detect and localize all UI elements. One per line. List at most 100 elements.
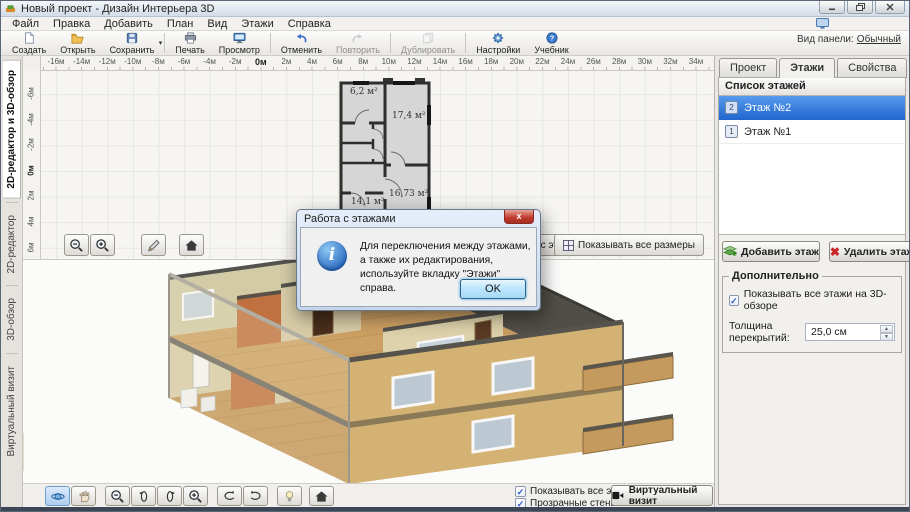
toolbar-separator bbox=[164, 33, 166, 53]
tilt-left-button[interactable] bbox=[131, 486, 156, 506]
tab-virtual-visit[interactable]: Виртуальный визит bbox=[3, 357, 20, 466]
tab-separator bbox=[5, 201, 18, 203]
floor-1-icon: 1 bbox=[725, 125, 738, 138]
minimize-button[interactable] bbox=[819, 1, 845, 14]
menu-help[interactable]: Справка bbox=[281, 18, 338, 30]
dialog-titlebar[interactable]: Работа с этажами bbox=[300, 210, 537, 227]
thickness-spinner[interactable]: 25,0 см ▲ ▼ bbox=[805, 323, 895, 341]
thickness-label: Толщина перекрытий: bbox=[729, 320, 790, 344]
spin-down-icon[interactable]: ▼ bbox=[880, 333, 893, 341]
ruler-tick-label: 30м bbox=[637, 57, 652, 66]
video-camera-icon bbox=[612, 491, 624, 500]
2d-zoom-out-button[interactable] bbox=[64, 234, 89, 256]
print-button[interactable]: Печать bbox=[168, 31, 211, 55]
pan-hand-button[interactable] bbox=[71, 486, 96, 506]
virtual-visit-button[interactable]: Виртуальный визит bbox=[611, 485, 713, 507]
ruler-tick-label: 0м bbox=[26, 165, 36, 176]
view-panel-selector[interactable]: Вид панели: Обычный bbox=[797, 34, 901, 45]
toolbar-separator bbox=[465, 33, 467, 53]
tab-3d-view[interactable]: 3D-обзор bbox=[3, 289, 20, 350]
floors-panel: Список этажей 2 Этаж №2 1 Этаж №1 Добави… bbox=[718, 77, 909, 505]
fullscreen-monitor-icon[interactable] bbox=[816, 18, 829, 29]
add-floor-button[interactable]: Добавить этаж bbox=[722, 241, 820, 262]
redo-arrow-icon bbox=[353, 33, 363, 43]
ruler-tick-label: -2м bbox=[228, 57, 242, 66]
3d-zoom-out-button[interactable] bbox=[105, 486, 130, 506]
save-project-button[interactable]: Сохранить ▾ bbox=[103, 31, 162, 55]
ruler-corner bbox=[23, 56, 41, 71]
redo-button[interactable]: Повторить bbox=[329, 31, 387, 55]
new-project-button[interactable]: Создать bbox=[5, 31, 53, 55]
close-button[interactable] bbox=[875, 1, 905, 14]
duplicate-button[interactable]: Дублировать bbox=[394, 31, 462, 55]
ruler-tick-label: 14м bbox=[432, 57, 448, 66]
delete-floor-button[interactable]: ✖ Удалить этаж bbox=[828, 241, 909, 262]
save-dropdown-caret[interactable]: ▾ bbox=[159, 39, 163, 47]
rotate-cw-button[interactable] bbox=[243, 486, 268, 506]
ruler-tick-label: -6м bbox=[177, 57, 191, 66]
2d-zoom-in-button[interactable] bbox=[90, 234, 115, 256]
open-project-button[interactable]: Открыть bbox=[53, 31, 102, 55]
spin-up-icon[interactable]: ▲ bbox=[880, 325, 893, 333]
checkbox-checked-icon[interactable]: ✓ bbox=[729, 294, 739, 306]
preview-button[interactable]: Просмотр bbox=[212, 31, 267, 55]
right-panel: Проект Этажи Свойства Список этажей 2 Эт… bbox=[714, 56, 909, 511]
tilt-right-button[interactable] bbox=[157, 486, 182, 506]
tab-2d-editor[interactable]: 2D-редактор bbox=[3, 206, 20, 283]
ruler-tick-label: -14м bbox=[73, 57, 91, 66]
menu-edit[interactable]: Правка bbox=[46, 18, 97, 30]
tab-project[interactable]: Проект bbox=[719, 58, 778, 78]
show-all-floors-3d-checkbox[interactable]: ✓ Показывать все этажи на 3D-обзоре bbox=[729, 288, 895, 312]
measure-pencil-button[interactable] bbox=[141, 234, 166, 256]
checkbox-checked-icon[interactable]: ✓ bbox=[515, 486, 526, 497]
ruler-tick-label: 4м bbox=[307, 57, 317, 66]
show-all-sizes-button[interactable]: Показывать все размеры bbox=[554, 234, 704, 256]
tab-floors[interactable]: Этажи bbox=[779, 58, 836, 78]
orbit-button[interactable] bbox=[45, 486, 70, 506]
tab-properties[interactable]: Свойства bbox=[837, 58, 908, 78]
delete-x-icon: ✖ bbox=[829, 244, 840, 259]
menu-view[interactable]: Вид bbox=[200, 18, 234, 30]
dialog-ok-button[interactable]: OK bbox=[460, 279, 526, 299]
ruler-tick-label: -12м bbox=[98, 57, 116, 66]
menu-floors[interactable]: Этажи bbox=[234, 18, 280, 30]
restore-button[interactable] bbox=[847, 1, 873, 14]
window-title: Новый проект - Дизайн Интерьера 3D bbox=[21, 2, 215, 15]
monitor-icon bbox=[233, 32, 246, 44]
floor-list-item[interactable]: 1 Этаж №1 bbox=[719, 120, 905, 144]
floor-list-item[interactable]: 2 Этаж №2 bbox=[719, 96, 905, 120]
light-button[interactable] bbox=[277, 486, 302, 506]
undo-arrow-icon bbox=[296, 33, 307, 43]
ruler-tick-label: -4м bbox=[203, 57, 216, 66]
toolbar-separator bbox=[389, 33, 391, 53]
menu-plan[interactable]: План bbox=[160, 18, 201, 30]
titlebar: Новый проект - Дизайн Интерьера 3D bbox=[1, 1, 909, 17]
tab-2d-and-3d[interactable]: 2D-редактор и 3D-обзор bbox=[2, 60, 21, 199]
3d-zoom-in-button[interactable] bbox=[183, 486, 208, 506]
tab-separator bbox=[5, 285, 18, 287]
undo-button[interactable]: Отменить bbox=[274, 31, 329, 55]
rotate-ccw-button[interactable] bbox=[217, 486, 242, 506]
floors-dialog: Работа с этажами x i Для переключения ме… bbox=[296, 209, 541, 311]
open-folder-icon bbox=[71, 33, 85, 44]
main-toolbar: Создать Открыть Сохранить ▾ Печать Просм… bbox=[1, 31, 909, 56]
ruler-tick-label: -4м bbox=[26, 112, 36, 126]
ruler-tick-label: 24м bbox=[560, 57, 576, 66]
3d-home-button[interactable] bbox=[309, 486, 334, 506]
settings-button[interactable]: Настройки bbox=[469, 31, 527, 55]
tutorial-button[interactable]: ? Учебник bbox=[527, 31, 575, 55]
zoom-out-icon bbox=[111, 489, 124, 503]
tilt-down-icon bbox=[166, 490, 175, 502]
menubar: Файл Правка Добавить План Вид Этажи Спра… bbox=[1, 17, 909, 31]
floor-list[interactable]: 2 Этаж №2 1 Этаж №1 bbox=[719, 96, 905, 235]
svg-text:?: ? bbox=[549, 34, 554, 43]
ruler-tick-label: 6м bbox=[26, 242, 36, 253]
3d-toolbar: ✓ Показывать все этажи ✓ Прозрачные стен… bbox=[23, 483, 714, 509]
2d-home-button[interactable] bbox=[179, 234, 204, 256]
view-panel-value[interactable]: Обычный bbox=[857, 34, 901, 45]
menu-add[interactable]: Добавить bbox=[97, 18, 160, 30]
dialog-close-button[interactable]: x bbox=[504, 210, 534, 224]
menu-file[interactable]: Файл bbox=[5, 18, 46, 30]
additional-group-title: Дополнительно bbox=[732, 270, 819, 282]
ruler-tick-label: 12м bbox=[407, 57, 422, 66]
